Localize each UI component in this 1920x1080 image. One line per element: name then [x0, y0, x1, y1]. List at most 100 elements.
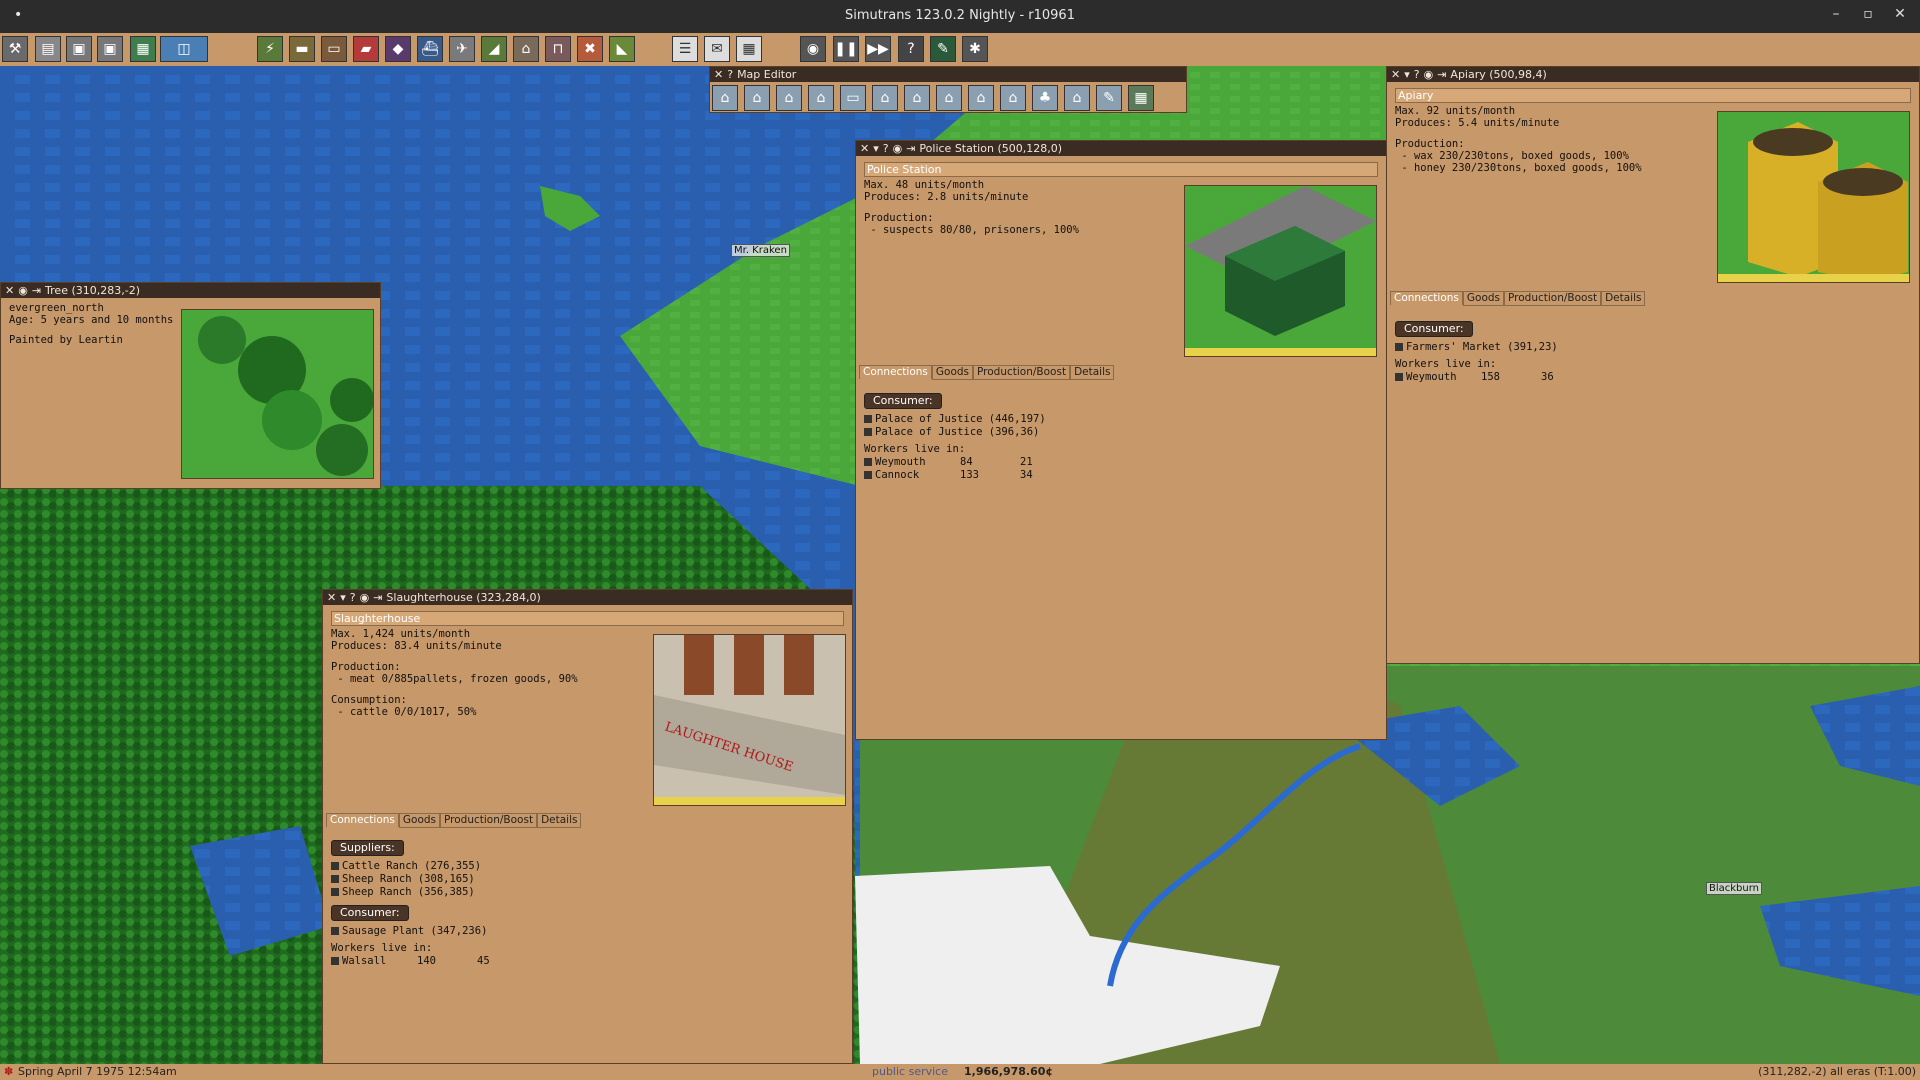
lines-icon[interactable]: ☰	[672, 36, 698, 62]
save-icon[interactable]: ▣	[66, 36, 92, 62]
tab-details[interactable]: Details	[537, 813, 582, 828]
load-icon[interactable]: ▣	[97, 36, 123, 62]
forest-tool-icon[interactable]: ▦	[1128, 85, 1154, 111]
police-name-field[interactable]: Police Station	[864, 162, 1378, 177]
edit-icon[interactable]: ✎	[1096, 85, 1122, 111]
close-icon[interactable]: ✕	[1391, 68, 1400, 81]
help-icon[interactable]: ?	[350, 591, 356, 604]
plant-tree-icon[interactable]: ♣	[1032, 85, 1058, 111]
overview-icon[interactable]: ◫	[160, 36, 208, 62]
chevron-down-icon[interactable]: ▾	[1404, 68, 1410, 81]
list-item[interactable]: Cattle Ranch (276,355)	[331, 860, 490, 873]
slaughterhouse-name-field[interactable]: Slaughterhouse	[331, 611, 844, 626]
tab-production-boost[interactable]: Production/Boost	[973, 365, 1071, 380]
help-icon[interactable]: ?	[898, 36, 924, 62]
police-titlebar[interactable]: ✕ ▾? ◉ ⇥ Police Station (500,128,0)	[856, 141, 1386, 156]
pin-icon[interactable]: ⇥	[373, 591, 382, 604]
maglev-tool-icon[interactable]: ◆	[385, 36, 411, 62]
list-item[interactable]: Weymouth 158 36	[1395, 371, 1558, 384]
help-icon[interactable]: ?	[883, 142, 889, 155]
screenshot-icon[interactable]: ◉	[800, 36, 826, 62]
road-tool-icon[interactable]: ▬	[289, 36, 315, 62]
pin-icon[interactable]: ⇥	[906, 142, 915, 155]
build-city-icon[interactable]: ⌂	[968, 85, 994, 111]
close-icon[interactable]: ✕	[1886, 6, 1914, 22]
map-icon[interactable]: ▦	[130, 36, 156, 62]
build-vehicle-icon[interactable]: ▭	[840, 85, 866, 111]
goto-icon[interactable]	[864, 428, 872, 436]
air-tool-icon[interactable]: ✈	[449, 36, 475, 62]
goto-icon[interactable]	[331, 875, 339, 883]
goto-icon[interactable]	[864, 471, 872, 479]
list-item[interactable]: Sausage Plant (347,236)	[331, 925, 490, 938]
special-tool-icon[interactable]: ⌂	[513, 36, 539, 62]
narrowgauge-tool-icon[interactable]: ◢	[481, 36, 507, 62]
goto-icon[interactable]	[864, 415, 872, 423]
windows-icon[interactable]: ▤	[35, 36, 61, 62]
minimize-icon[interactable]: –	[1822, 6, 1850, 22]
build-attraction-icon[interactable]: ⌂	[808, 85, 834, 111]
goto-icon[interactable]	[331, 888, 339, 896]
pin-icon[interactable]: ⇥	[32, 284, 41, 297]
tab-connections[interactable]: Connections	[859, 365, 932, 379]
build-chain-icon[interactable]: ⌂	[904, 85, 930, 111]
eye-icon[interactable]: ◉	[893, 142, 903, 155]
slaughterhouse-titlebar[interactable]: ✕ ▾? ◉ ⇥ Slaughterhouse (323,284,0)	[323, 590, 852, 605]
list-item[interactable]: Cannock 133 34	[864, 469, 1046, 482]
apiary-titlebar[interactable]: ✕ ▾? ◉ ⇥ Apiary (500,98,4)	[1387, 67, 1919, 82]
tab-goods[interactable]: Goods	[1462, 291, 1505, 306]
chevron-down-icon[interactable]: ▾	[873, 142, 879, 155]
list-item[interactable]: Farmers' Market (391,23)	[1395, 341, 1558, 354]
goto-icon[interactable]	[864, 458, 872, 466]
tree-titlebar[interactable]: ✕ ◉ ⇥ Tree (310,283,-2)	[1, 283, 380, 298]
monorail-tool-icon[interactable]: ▰	[353, 36, 379, 62]
pin-icon[interactable]: ⇥	[1437, 68, 1446, 81]
close-icon[interactable]: ✕	[5, 284, 14, 297]
build-building-icon[interactable]: ⌂	[1000, 85, 1026, 111]
tab-production-boost[interactable]: Production/Boost	[1504, 291, 1602, 306]
close-icon[interactable]: ✕	[860, 142, 869, 155]
railway-tool-icon[interactable]: ⚡	[257, 36, 283, 62]
goto-icon[interactable]	[331, 927, 339, 935]
settings-gear-icon[interactable]: ✱	[962, 36, 988, 62]
slope-tool-icon[interactable]: ◣	[609, 36, 635, 62]
list-item[interactable]: Sheep Ranch (308,165)	[331, 873, 490, 886]
news-icon[interactable]: ▦	[736, 36, 762, 62]
goto-icon[interactable]	[1395, 373, 1403, 381]
goto-icon[interactable]	[331, 862, 339, 870]
suppliers-button[interactable]: Suppliers:	[331, 840, 404, 856]
tab-goods[interactable]: Goods	[398, 813, 441, 828]
list-item[interactable]: Palace of Justice (446,197)	[864, 413, 1046, 426]
close-icon[interactable]: ✕	[714, 68, 723, 81]
town-label-blackburn[interactable]: Blackburn	[1706, 882, 1763, 895]
editor-icon[interactable]: ✎	[930, 36, 956, 62]
tab-goods[interactable]: Goods	[931, 365, 974, 380]
list-item[interactable]: Walsall 140 45	[331, 955, 490, 968]
goto-icon[interactable]	[331, 957, 339, 965]
chevron-down-icon[interactable]: ▾	[340, 591, 346, 604]
consumer-button[interactable]: Consumer:	[1395, 321, 1473, 337]
mail-icon[interactable]: ✉	[704, 36, 730, 62]
build-monument-icon[interactable]: ⌂	[776, 85, 802, 111]
eye-icon[interactable]: ◉	[1424, 68, 1434, 81]
tab-details[interactable]: Details	[1070, 365, 1115, 380]
tram-tool-icon[interactable]: ▭	[321, 36, 347, 62]
build-power-icon[interactable]: ⌂	[936, 85, 962, 111]
build-factory-icon[interactable]: ⌂	[712, 85, 738, 111]
list-item[interactable]: Sheep Ranch (356,385)	[331, 886, 490, 899]
kraken-label[interactable]: Mr. Kraken	[731, 244, 790, 257]
build-house-icon[interactable]: ⌂	[744, 85, 770, 111]
build-headquarter-icon[interactable]: ⌂	[1064, 85, 1090, 111]
tab-connections[interactable]: Connections	[1390, 291, 1463, 305]
list-item[interactable]: Palace of Justice (396,36)	[864, 426, 1046, 439]
build-industry-icon[interactable]: ⌂	[872, 85, 898, 111]
eye-icon[interactable]: ◉	[18, 284, 28, 297]
map-editor-titlebar[interactable]: ✕? Map Editor	[710, 67, 1186, 82]
ship-tool-icon[interactable]: ⛴	[417, 36, 443, 62]
maximize-icon[interactable]: ▫	[1854, 6, 1882, 22]
tab-connections[interactable]: Connections	[326, 813, 399, 827]
help-icon[interactable]: ?	[1414, 68, 1420, 81]
consumer-button[interactable]: Consumer:	[864, 393, 942, 409]
tab-details[interactable]: Details	[1601, 291, 1646, 306]
eye-icon[interactable]: ◉	[360, 591, 370, 604]
